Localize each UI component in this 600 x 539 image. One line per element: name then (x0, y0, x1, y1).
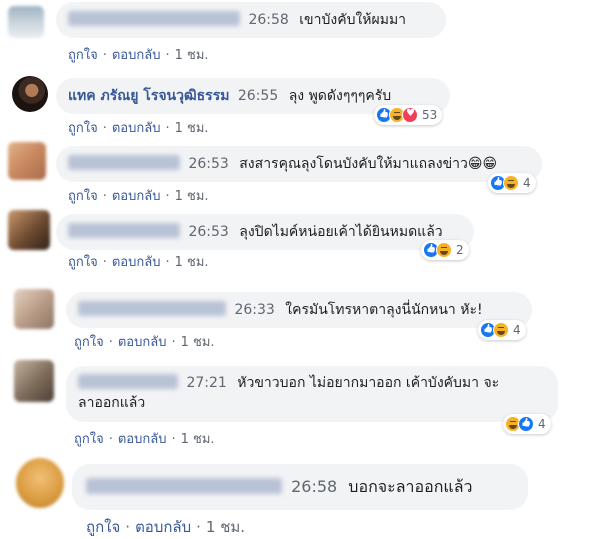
separator: · (165, 48, 170, 63)
haha-icon (493, 322, 509, 338)
haha-icon (503, 175, 519, 191)
reply-link[interactable]: ตอบกลับ (135, 518, 191, 536)
comment-age[interactable]: 1 ชม. (181, 335, 215, 350)
author-name[interactable]: แทค ภรัณยู โรจนวุฒิธรรม (68, 88, 229, 104)
comment-bubble: 27:21 หัวขาวบอก ไม่อยากมาออก เค้าบังคับม… (66, 366, 558, 422)
comment-text: ลุงปิดไมค์หน่อยเค้าได้ยินหมดแล้ว (239, 224, 443, 240)
separator: · (196, 518, 201, 536)
comment-age[interactable]: 1 ชม. (206, 518, 245, 536)
comment-bubble: 26:58 บอกจะลาออกแล้ว (72, 464, 528, 510)
reactions-badge[interactable]: 2 (421, 240, 469, 260)
comment-age[interactable]: 1 ชม. (175, 255, 209, 270)
comment-bubble: 26:53 ลุงปิดไมค์หน่อยเค้าได้ยินหมดแล้ว (56, 214, 474, 250)
comment-age[interactable]: 1 ชม. (175, 48, 209, 63)
comment-actions: ถูกใจ · ตอบกลับ · 1 ชม. (74, 428, 215, 449)
comment-age[interactable]: 1 ชม. (175, 189, 209, 204)
avatar[interactable] (14, 360, 54, 402)
like-link[interactable]: ถูกใจ (68, 255, 98, 270)
like-link[interactable]: ถูกใจ (74, 432, 104, 447)
author-name-blurred[interactable] (68, 11, 240, 26)
reaction-count: 2 (456, 243, 464, 257)
like-link[interactable]: ถูกใจ (68, 121, 98, 136)
reply-link[interactable]: ตอบกลับ (112, 255, 161, 270)
separator: · (108, 335, 113, 350)
comment-actions: ถูกใจ · ตอบกลับ · 1 ชม. (74, 331, 215, 352)
reactions-badge[interactable]: 4 (503, 414, 551, 434)
reply-link[interactable]: ตอบกลับ (118, 335, 167, 350)
comment-actions: ถูกใจ · ตอบกลับ · 1 ชม. (68, 251, 209, 272)
reply-link[interactable]: ตอบกลับ (112, 48, 161, 63)
reaction-count: 4 (513, 323, 521, 337)
comment-actions: ถูกใจ · ตอบกลับ · 1 ชม. (68, 44, 209, 65)
comment-time: 26:53 (188, 156, 229, 172)
reply-link[interactable]: ตอบกลับ (118, 432, 167, 447)
separator: · (125, 518, 131, 536)
avatar[interactable] (8, 142, 46, 180)
like-link[interactable]: ถูกใจ (86, 518, 120, 536)
reaction-count: 4 (538, 417, 546, 431)
comment-actions: ถูกใจ · ตอบกลับ · 1 ชม. (68, 117, 209, 138)
comment-age[interactable]: 1 ชม. (175, 121, 209, 136)
comment-text: ใครมันโทรหาตาลุงนี่นักหนา หัะ! (285, 302, 483, 318)
comment-text: บอกจะลาออกแล้ว (348, 477, 473, 496)
comment-bubble: 26:58 เขาบังคับให้ผมมา (56, 2, 446, 38)
avatar[interactable] (14, 289, 54, 329)
separator: · (165, 121, 170, 136)
separator: · (165, 189, 170, 204)
comment-actions: ถูกใจ · ตอบกลับ · 1 ชม. (86, 515, 245, 539)
comment-text-line-2: ลาออกแล้ว (78, 395, 146, 411)
like-link[interactable]: ถูกใจ (74, 335, 104, 350)
reply-link[interactable]: ตอบกลับ (112, 189, 161, 204)
comment-bubble: 26:33 ใครมันโทรหาตาลุงนี่นักหนา หัะ! (66, 292, 532, 328)
separator: · (165, 255, 170, 270)
reactions-badge[interactable]: 53 (374, 105, 443, 125)
author-name-blurred[interactable] (78, 301, 226, 316)
author-name-blurred[interactable] (86, 478, 282, 494)
comment-text: ลุง พูดดังๆๆๆครับ (288, 88, 392, 104)
author-name-blurred[interactable] (78, 374, 178, 389)
comment-time: 27:21 (186, 375, 227, 391)
comment-time: 26:33 (234, 302, 275, 318)
comment-time: 26:55 (237, 88, 279, 104)
reaction-count: 53 (422, 108, 438, 122)
avatar[interactable] (8, 6, 44, 38)
avatar[interactable] (8, 210, 50, 250)
separator: · (102, 121, 107, 136)
like-link[interactable]: ถูกใจ (68, 189, 98, 204)
separator: · (171, 335, 176, 350)
comment-bubble: 26:53 สงสารคุณลุงโดนบังคับให้มาแถลงข่าว😁… (56, 146, 542, 182)
separator: · (102, 48, 107, 63)
comment-actions: ถูกใจ · ตอบกลับ · 1 ชม. (68, 185, 209, 206)
separator: · (102, 255, 107, 270)
reaction-count: 4 (523, 176, 531, 190)
comment-text: เขาบังคับให้ผมมา (299, 12, 407, 28)
separator: · (108, 432, 113, 447)
comment-text: สงสารคุณลุงโดนบังคับให้มาแถลงข่าว😁😁 (239, 156, 498, 172)
comment-age[interactable]: 1 ชม. (181, 432, 215, 447)
comment-time: 26:53 (188, 224, 229, 240)
comment-text-line-1: หัวขาวบอก ไม่อยากมาออก เค้าบังคับมา จะ (237, 375, 500, 391)
like-icon (518, 416, 534, 432)
like-link[interactable]: ถูกใจ (68, 48, 98, 63)
reactions-badge[interactable]: 4 (478, 320, 526, 340)
separator: · (171, 432, 176, 447)
comment-time: 26:58 (291, 477, 338, 496)
avatar[interactable] (12, 76, 48, 112)
reactions-badge[interactable]: 4 (488, 173, 536, 193)
author-name-blurred[interactable] (68, 155, 180, 170)
separator: · (102, 189, 107, 204)
comment-time: 26:58 (248, 12, 289, 28)
reply-link[interactable]: ตอบกลับ (112, 121, 161, 136)
author-name-blurred[interactable] (68, 223, 180, 238)
avatar[interactable] (16, 458, 64, 508)
love-icon (402, 107, 418, 123)
haha-icon (436, 242, 452, 258)
